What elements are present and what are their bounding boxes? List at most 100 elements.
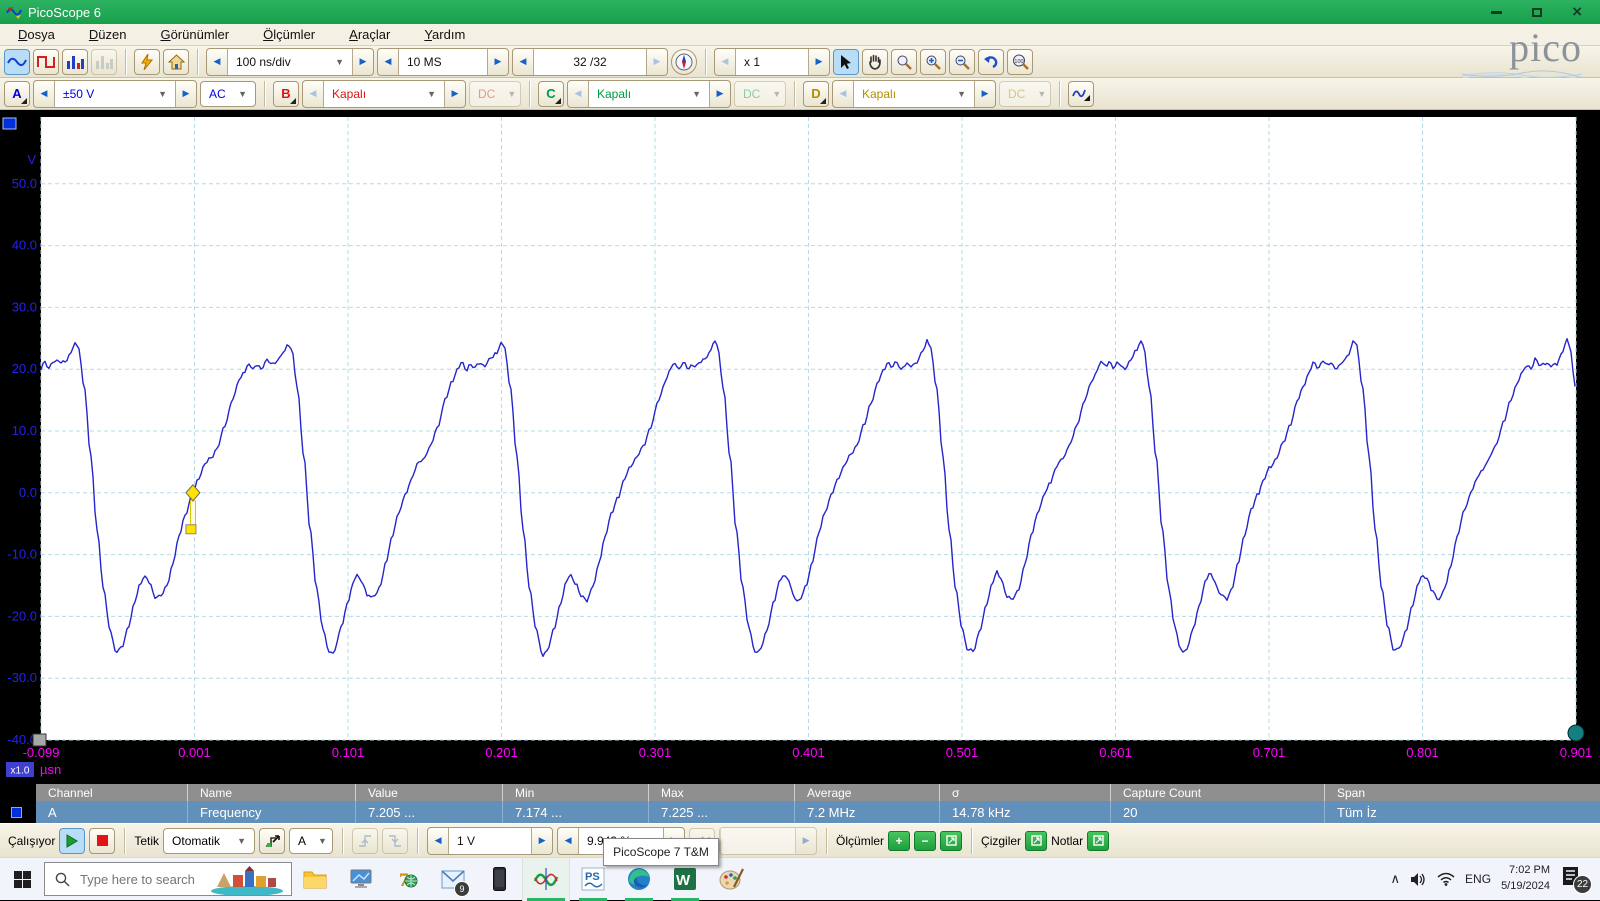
trigger-level-up-icon[interactable]: ▶ xyxy=(532,828,552,854)
remove-measurement-button[interactable]: − xyxy=(914,831,936,851)
zoom-tool-button[interactable] xyxy=(891,49,917,75)
zoom-100-button[interactable]: 100 xyxy=(1007,49,1033,75)
channel-a-range-next-icon[interactable]: ▶ xyxy=(176,81,196,107)
samples-spinner[interactable]: ◀ 10 MS ▶ xyxy=(377,48,509,76)
menu-dosya[interactable]: Dosya xyxy=(18,27,55,42)
trigger-source-dropdown[interactable]: A ▼ xyxy=(289,828,333,854)
channel-a-range-spinner[interactable]: ◀ ±50 V ▼ ▶ xyxy=(33,80,197,108)
zoom-factor-spinner[interactable]: ◀ x 1 ▶ xyxy=(714,48,830,76)
zoom-factor-field[interactable]: x 1 xyxy=(735,49,809,75)
minimize-button[interactable] xyxy=(1491,11,1502,14)
channel-a-range-field[interactable]: ±50 V ▼ xyxy=(54,81,176,107)
stop-capture-button[interactable] xyxy=(89,828,115,854)
auto-setup-button[interactable] xyxy=(134,49,160,75)
start-button[interactable] xyxy=(0,858,44,901)
search-highlight-image[interactable] xyxy=(207,865,287,895)
channel-d-range-prev-icon[interactable]: ◀ xyxy=(833,81,853,107)
persistence-view-button[interactable] xyxy=(91,49,117,75)
pretrigger-down-icon[interactable]: ◀ xyxy=(558,828,578,854)
menu-yardim[interactable]: Yardım xyxy=(424,27,465,42)
language-indicator[interactable]: ENG xyxy=(1465,872,1491,886)
channel-a-button[interactable]: A xyxy=(4,81,30,107)
notification-center[interactable]: 22 xyxy=(1560,862,1590,896)
menu-duzen[interactable]: Düzen xyxy=(89,27,127,42)
rising-edge-button[interactable] xyxy=(352,828,378,854)
menu-gorunumler[interactable]: Görünümler xyxy=(160,27,229,42)
undo-zoom-button[interactable] xyxy=(978,49,1004,75)
channel-c-range-field[interactable]: Kapalı ▼ xyxy=(588,81,710,107)
trigger-level-spinner[interactable]: ◀ 1 V ▶ xyxy=(427,827,553,855)
timebase-field[interactable]: 100 ns/div ▼ xyxy=(227,49,353,75)
channel-b-range-prev-icon[interactable]: ◀ xyxy=(303,81,323,107)
buffer-navigator-button[interactable] xyxy=(671,49,697,75)
samples-field[interactable]: 10 MS xyxy=(398,49,488,75)
channel-c-coupling-dropdown[interactable]: DC ▼ xyxy=(734,81,786,107)
edit-measurement-button[interactable] xyxy=(940,831,962,851)
trigger-mode-dropdown[interactable]: Otomatik ▼ xyxy=(163,828,255,854)
channel-b-range-spinner[interactable]: ◀ Kapalı ▼ ▶ xyxy=(302,80,466,108)
menu-olcumler[interactable]: Ölçümler xyxy=(263,27,315,42)
plot-svg[interactable]: V50.040.030.020.010.00.0-10.0-20.0-30.0-… xyxy=(0,110,1600,784)
taskbar-clock[interactable]: 7:02 PM 5/19/2024 xyxy=(1501,863,1550,895)
search-input[interactable] xyxy=(78,871,212,888)
channel-d-button[interactable]: D xyxy=(803,81,829,107)
maximize-button[interactable] xyxy=(1532,8,1542,17)
measurement-row[interactable]: A Frequency 7.205 ... 7.174 ... 7.225 ..… xyxy=(36,801,1600,823)
taskbar-mail-app[interactable]: 9 xyxy=(430,858,476,901)
channel-c-button[interactable]: C xyxy=(538,81,564,107)
channel-a-axis-indicator[interactable] xyxy=(3,118,16,129)
channel-b-button[interactable]: B xyxy=(273,81,299,107)
taskbar-7zip-app[interactable]: 7 xyxy=(384,858,430,901)
wifi-icon[interactable] xyxy=(1437,872,1455,886)
pan-tool-button[interactable] xyxy=(862,49,888,75)
rulers-button[interactable] xyxy=(1025,831,1047,851)
timebase-prev-icon[interactable]: ◀ xyxy=(207,49,227,75)
channel-d-coupling-dropdown[interactable]: DC ▼ xyxy=(999,81,1051,107)
trigger-handle[interactable] xyxy=(186,525,196,534)
channel-b-range-field[interactable]: Kapalı ▼ xyxy=(323,81,445,107)
spectrum-view-button[interactable] xyxy=(62,49,88,75)
channel-c-range-prev-icon[interactable]: ◀ xyxy=(568,81,588,107)
timebase-spinner[interactable]: ◀ 100 ns/div ▼ ▶ xyxy=(206,48,374,76)
square-wave-view-button[interactable] xyxy=(33,49,59,75)
timebase-next-icon[interactable]: ▶ xyxy=(353,49,373,75)
zoom-in-button[interactable] xyxy=(920,49,946,75)
channel-c-range-spinner[interactable]: ◀ Kapalı ▼ ▶ xyxy=(567,80,731,108)
taskbar-file-explorer[interactable] xyxy=(292,858,338,901)
trigger-level-down-icon[interactable]: ◀ xyxy=(428,828,448,854)
zoom-next-icon[interactable]: ▶ xyxy=(809,49,829,75)
left-axis-handle[interactable] xyxy=(33,734,46,746)
add-measurement-button[interactable]: + xyxy=(888,831,910,851)
buffer-next-icon[interactable]: ▶ xyxy=(647,49,667,75)
taskbar-display-app[interactable] xyxy=(338,858,384,901)
buffer-field[interactable]: 32 /32 xyxy=(533,49,647,75)
close-button[interactable]: × xyxy=(1572,5,1582,19)
advanced-trigger-button[interactable] xyxy=(259,828,285,854)
trigger-level-field[interactable]: 1 V xyxy=(448,828,532,854)
speaker-icon[interactable] xyxy=(1410,872,1427,887)
menu-araclar[interactable]: Araçlar xyxy=(349,27,390,42)
select-tool-button[interactable] xyxy=(833,49,859,75)
zoom-prev-icon[interactable]: ◀ xyxy=(715,49,735,75)
samples-prev-icon[interactable]: ◀ xyxy=(378,49,398,75)
channel-d-range-spinner[interactable]: ◀ Kapalı ▼ ▶ xyxy=(832,80,996,108)
channel-a-coupling-dropdown[interactable]: AC ▼ xyxy=(200,81,256,107)
taskbar-search[interactable] xyxy=(44,862,292,896)
channel-b-range-next-icon[interactable]: ▶ xyxy=(445,81,465,107)
taskbar-phone-app[interactable] xyxy=(476,858,522,901)
measurements-table[interactable]: Channel Name Value Min Max Average σ Cap… xyxy=(0,784,1600,823)
scope-display[interactable]: V50.040.030.020.010.00.0-10.0-20.0-30.0-… xyxy=(0,110,1600,784)
channel-b-coupling-dropdown[interactable]: DC ▼ xyxy=(469,81,521,107)
channel-d-range-field[interactable]: Kapalı ▼ xyxy=(853,81,975,107)
taskbar-picoscope6-app[interactable] xyxy=(522,858,570,901)
right-scroll-handle[interactable] xyxy=(1568,725,1584,741)
zoom-out-button[interactable] xyxy=(949,49,975,75)
channel-d-range-next-icon[interactable]: ▶ xyxy=(975,81,995,107)
samples-next-icon[interactable]: ▶ xyxy=(488,49,508,75)
buffer-prev-icon[interactable]: ◀ xyxy=(513,49,533,75)
falling-edge-button[interactable] xyxy=(382,828,408,854)
channel-a-range-prev-icon[interactable]: ◀ xyxy=(34,81,54,107)
channel-c-range-next-icon[interactable]: ▶ xyxy=(710,81,730,107)
buffer-spinner[interactable]: ◀ 32 /32 ▶ xyxy=(512,48,668,76)
scope-view-button[interactable] xyxy=(4,49,30,75)
